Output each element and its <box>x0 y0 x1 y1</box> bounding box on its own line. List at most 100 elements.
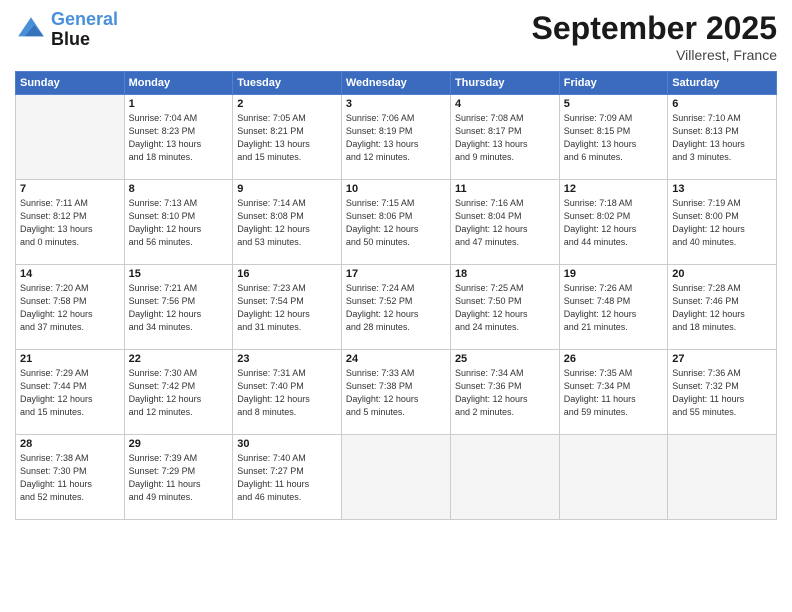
table-row: 29 Sunrise: 7:39 AM Sunset: 7:29 PM Dayli… <box>124 435 233 520</box>
logo-icon <box>15 14 47 46</box>
table-row: 28 Sunrise: 7:38 AM Sunset: 7:30 PM Dayli… <box>16 435 125 520</box>
day-number: 4 <box>455 98 555 110</box>
table-row: 15Sunrise: 7:21 AM Sunset: 7:56 PM Dayli… <box>124 265 233 350</box>
day-number: 16 <box>237 268 337 280</box>
month-title: September 2025 <box>532 10 777 47</box>
day-info: Sunrise: 7:29 AM Sunset: 7:44 PM Dayligh… <box>20 367 120 419</box>
table-row: 24 Sunrise: 7:33 AM Sunset: 7:38 PM Dayli… <box>341 350 450 435</box>
day-info: Sunrise: 7:39 AM Sunset: 7:29 PM Dayligh… <box>129 452 229 504</box>
day-number: 14 <box>20 268 120 280</box>
table-row: 9 Sunrise: 7:14 AM Sunset: 8:08 PM Daylig… <box>233 180 342 265</box>
table-row: 7 Sunrise: 7:11 AM Sunset: 8:12 PM Daylig… <box>16 180 125 265</box>
day-number: 23 <box>237 353 337 365</box>
day-info: Sunrise: 7:10 AM Sunset: 8:13 PM Dayligh… <box>672 112 772 164</box>
day-number: 9 <box>237 183 337 195</box>
calendar-week-row: 28 Sunrise: 7:38 AM Sunset: 7:30 PM Dayli… <box>16 435 777 520</box>
table-row: 17Sunrise: 7:24 AM Sunset: 7:52 PM Dayli… <box>341 265 450 350</box>
table-row: 3Sunrise: 7:06 AM Sunset: 8:19 PM Daylig… <box>341 95 450 180</box>
day-number: 6 <box>672 98 772 110</box>
calendar-week-row: 21Sunrise: 7:29 AM Sunset: 7:44 PM Dayli… <box>16 350 777 435</box>
day-number: 28 <box>20 438 120 450</box>
location: Villerest, France <box>532 47 777 63</box>
table-row <box>559 435 667 520</box>
col-tuesday: Tuesday <box>233 72 342 95</box>
table-row <box>16 95 125 180</box>
day-info: Sunrise: 7:40 AM Sunset: 7:27 PM Dayligh… <box>237 452 337 504</box>
table-row: 14 Sunrise: 7:20 AM Sunset: 7:58 PM Dayli… <box>16 265 125 350</box>
col-saturday: Saturday <box>668 72 777 95</box>
table-row: 8 Sunrise: 7:13 AM Sunset: 8:10 PM Daylig… <box>124 180 233 265</box>
day-info: Sunrise: 7:34 AM Sunset: 7:36 PM Dayligh… <box>455 367 555 419</box>
day-number: 5 <box>564 98 663 110</box>
day-number: 11 <box>455 183 555 195</box>
col-monday: Monday <box>124 72 233 95</box>
table-row: 11 Sunrise: 7:16 AM Sunset: 8:04 PM Dayli… <box>450 180 559 265</box>
table-row: 1 Sunrise: 7:04 AM Sunset: 8:23 PM Daylig… <box>124 95 233 180</box>
table-row: 25 Sunrise: 7:34 AM Sunset: 7:36 PM Dayli… <box>450 350 559 435</box>
page: General Blue September 2025 Villerest, F… <box>0 0 792 612</box>
day-number: 12 <box>564 183 663 195</box>
title-block: September 2025 Villerest, France <box>532 10 777 63</box>
day-info: Sunrise: 7:09 AM Sunset: 8:15 PM Dayligh… <box>564 112 663 164</box>
table-row: 21Sunrise: 7:29 AM Sunset: 7:44 PM Dayli… <box>16 350 125 435</box>
day-number: 1 <box>129 98 229 110</box>
day-info: Sunrise: 7:19 AM Sunset: 8:00 PM Dayligh… <box>672 197 772 249</box>
header: General Blue September 2025 Villerest, F… <box>15 10 777 63</box>
day-number: 8 <box>129 183 229 195</box>
table-row: 26 Sunrise: 7:35 AM Sunset: 7:34 PM Dayli… <box>559 350 667 435</box>
day-number: 7 <box>20 183 120 195</box>
day-number: 13 <box>672 183 772 195</box>
col-wednesday: Wednesday <box>341 72 450 95</box>
day-info: Sunrise: 7:08 AM Sunset: 8:17 PM Dayligh… <box>455 112 555 164</box>
calendar-week-row: 14 Sunrise: 7:20 AM Sunset: 7:58 PM Dayli… <box>16 265 777 350</box>
day-number: 19 <box>564 268 663 280</box>
table-row: 4 Sunrise: 7:08 AM Sunset: 8:17 PM Daylig… <box>450 95 559 180</box>
day-info: Sunrise: 7:33 AM Sunset: 7:38 PM Dayligh… <box>346 367 446 419</box>
day-number: 25 <box>455 353 555 365</box>
day-info: Sunrise: 7:13 AM Sunset: 8:10 PM Dayligh… <box>129 197 229 249</box>
table-row <box>341 435 450 520</box>
day-info: Sunrise: 7:24 AM Sunset: 7:52 PM Dayligh… <box>346 282 446 334</box>
day-info: Sunrise: 7:28 AM Sunset: 7:46 PM Dayligh… <box>672 282 772 334</box>
day-info: Sunrise: 7:23 AM Sunset: 7:54 PM Dayligh… <box>237 282 337 334</box>
logo-text: General Blue <box>51 10 118 50</box>
table-row: 12Sunrise: 7:18 AM Sunset: 8:02 PM Dayli… <box>559 180 667 265</box>
day-info: Sunrise: 7:11 AM Sunset: 8:12 PM Dayligh… <box>20 197 120 249</box>
col-thursday: Thursday <box>450 72 559 95</box>
table-row: 27Sunrise: 7:36 AM Sunset: 7:32 PM Dayli… <box>668 350 777 435</box>
calendar-header-row: Sunday Monday Tuesday Wednesday Thursday… <box>16 72 777 95</box>
table-row: 23 Sunrise: 7:31 AM Sunset: 7:40 PM Dayli… <box>233 350 342 435</box>
day-number: 3 <box>346 98 446 110</box>
day-info: Sunrise: 7:04 AM Sunset: 8:23 PM Dayligh… <box>129 112 229 164</box>
day-number: 2 <box>237 98 337 110</box>
col-friday: Friday <box>559 72 667 95</box>
table-row: 13 Sunrise: 7:19 AM Sunset: 8:00 PM Dayli… <box>668 180 777 265</box>
table-row: 16 Sunrise: 7:23 AM Sunset: 7:54 PM Dayli… <box>233 265 342 350</box>
calendar-table: Sunday Monday Tuesday Wednesday Thursday… <box>15 71 777 520</box>
day-info: Sunrise: 7:26 AM Sunset: 7:48 PM Dayligh… <box>564 282 663 334</box>
day-info: Sunrise: 7:35 AM Sunset: 7:34 PM Dayligh… <box>564 367 663 419</box>
day-number: 30 <box>237 438 337 450</box>
day-info: Sunrise: 7:05 AM Sunset: 8:21 PM Dayligh… <box>237 112 337 164</box>
day-info: Sunrise: 7:14 AM Sunset: 8:08 PM Dayligh… <box>237 197 337 249</box>
day-number: 26 <box>564 353 663 365</box>
col-sunday: Sunday <box>16 72 125 95</box>
table-row: 22Sunrise: 7:30 AM Sunset: 7:42 PM Dayli… <box>124 350 233 435</box>
table-row: 2 Sunrise: 7:05 AM Sunset: 8:21 PM Daylig… <box>233 95 342 180</box>
day-number: 24 <box>346 353 446 365</box>
day-info: Sunrise: 7:16 AM Sunset: 8:04 PM Dayligh… <box>455 197 555 249</box>
day-info: Sunrise: 7:20 AM Sunset: 7:58 PM Dayligh… <box>20 282 120 334</box>
table-row: 18Sunrise: 7:25 AM Sunset: 7:50 PM Dayli… <box>450 265 559 350</box>
table-row: 5 Sunrise: 7:09 AM Sunset: 8:15 PM Daylig… <box>559 95 667 180</box>
logo: General Blue <box>15 10 118 50</box>
day-info: Sunrise: 7:38 AM Sunset: 7:30 PM Dayligh… <box>20 452 120 504</box>
day-number: 29 <box>129 438 229 450</box>
day-info: Sunrise: 7:31 AM Sunset: 7:40 PM Dayligh… <box>237 367 337 419</box>
table-row: 20 Sunrise: 7:28 AM Sunset: 7:46 PM Dayli… <box>668 265 777 350</box>
day-number: 27 <box>672 353 772 365</box>
table-row: 10Sunrise: 7:15 AM Sunset: 8:06 PM Dayli… <box>341 180 450 265</box>
table-row: 6 Sunrise: 7:10 AM Sunset: 8:13 PM Daylig… <box>668 95 777 180</box>
table-row: 19 Sunrise: 7:26 AM Sunset: 7:48 PM Dayli… <box>559 265 667 350</box>
calendar-week-row: 1 Sunrise: 7:04 AM Sunset: 8:23 PM Daylig… <box>16 95 777 180</box>
day-number: 20 <box>672 268 772 280</box>
